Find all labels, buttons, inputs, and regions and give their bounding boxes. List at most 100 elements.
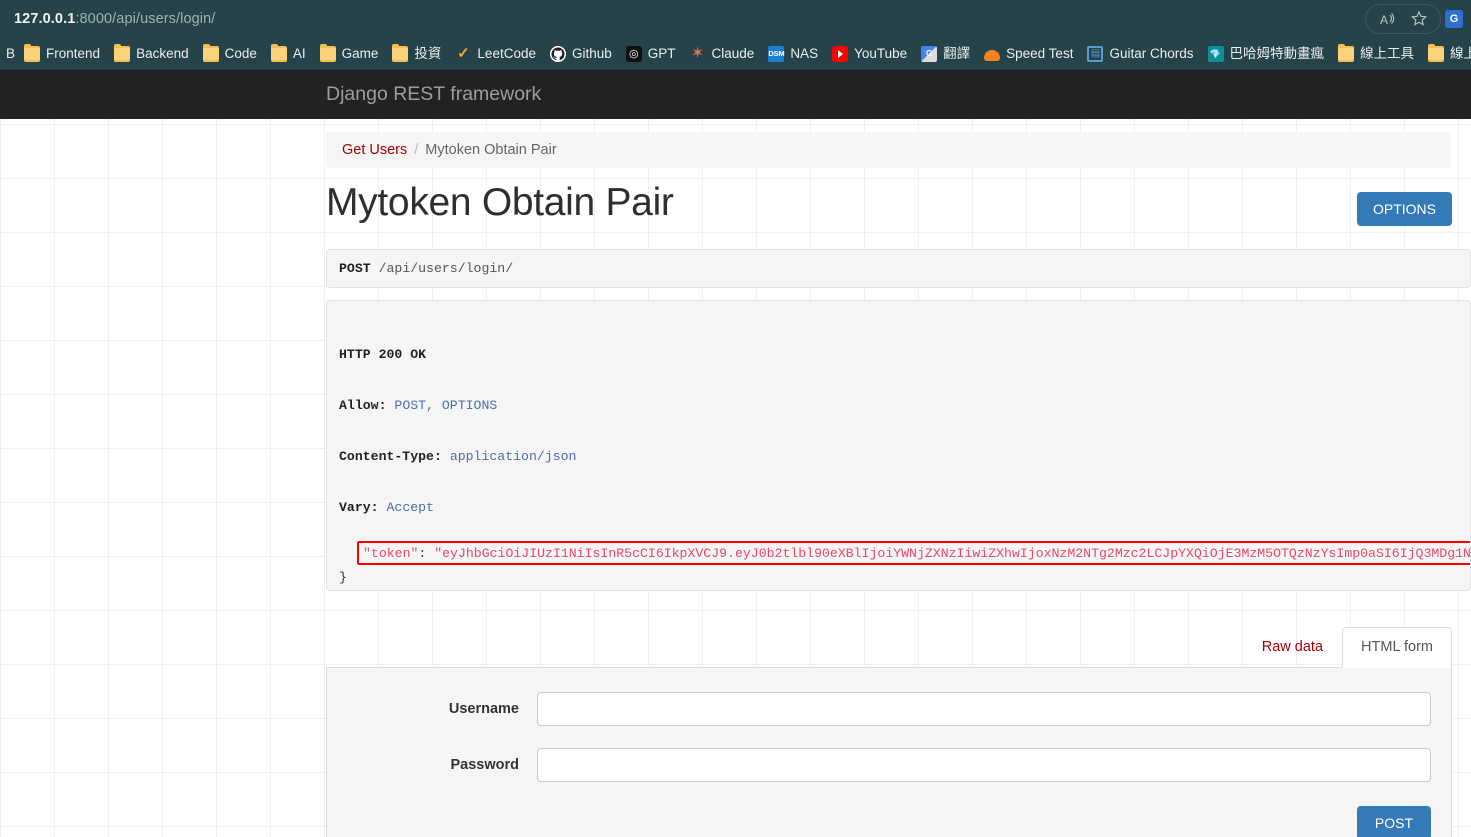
response-header-row: Content-Type: application/json [339,448,1458,465]
form-section: Raw data HTML form Username Password POS… [326,627,1452,837]
star-icon[interactable] [1408,8,1430,30]
breadcrumb-separator: / [414,142,418,158]
request-line: POST /api/users/login/ [326,249,1471,288]
form-group-username: Username [347,692,1431,726]
breadcrumb-root-link[interactable]: Get Users [342,142,407,158]
bookmark-label: NAS [790,47,818,61]
content-area: Mytoken Obtain Pair OPTIONS POST /api/us… [326,168,1471,837]
bookmark-item[interactable]: Game [313,43,386,65]
folder-icon [203,46,219,62]
bookmark-item[interactable]: ✶ Claude [683,43,762,65]
bookmark-label: GPT [648,47,676,61]
response-status-line: HTTP 200 OK [339,346,1458,363]
folder-icon [392,46,408,62]
profile-badge[interactable]: G [1445,10,1463,28]
bookmark-item[interactable]: Github [543,43,619,65]
folder-icon [320,46,336,62]
json-close-brace: } [339,569,347,586]
bookmark-label: AI [293,47,306,61]
response-header-row: Vary: Accept [339,499,1458,516]
bookmark-item[interactable]: ◎ GPT [619,43,683,65]
request-path: /api/users/login/ [379,261,514,276]
bookmark-item[interactable]: 投資 [385,43,448,65]
bookmark-item[interactable]: Speed Test [977,44,1080,64]
bookmark-label: 線上課程 [1450,47,1471,61]
bookmark-item[interactable]: AI [264,43,313,65]
form-tabs: Raw data HTML form [326,627,1452,668]
leetcode-icon: ✓ [455,46,471,62]
bookmark-item[interactable]: Frontend [17,43,107,65]
openai-icon: ◎ [626,46,642,62]
bookmark-label: Game [342,47,379,61]
page-body: Django REST framework Get Users / Mytoke… [0,70,1471,837]
folder-icon [114,46,130,62]
tab-raw-data[interactable]: Raw data [1243,627,1342,668]
password-input[interactable] [537,748,1431,782]
bookmark-item[interactable]: G翻譯 [914,43,977,65]
json-row-token: "token": "eyJhbGciOiJIUzI1NiIsInR5cCI6Ik… [363,545,1471,562]
form-group-password: Password [347,748,1431,782]
bookmark-item[interactable]: Code [196,43,264,65]
browser-chrome: 127.0.0.1:8000/api/users/login/ A G B Fr… [0,0,1471,70]
username-input[interactable] [537,692,1431,726]
request-method: POST [339,261,371,276]
bookmark-label: Frontend [46,47,100,61]
bookmark-label: 翻譯 [943,47,970,61]
bookmark-label: Backend [136,47,189,61]
bookmark-item[interactable]: Backend [107,43,196,65]
bookmark-label: Github [572,47,612,61]
breadcrumb-current: Mytoken Obtain Pair [425,142,556,158]
response-panel: HTTP 200 OK Allow: POST, OPTIONS Content… [326,300,1471,591]
bookmark-item[interactable]: 💎 巴哈姆特動畫瘋 [1201,43,1332,65]
github-icon [550,46,566,62]
response-header-row: Allow: POST, OPTIONS [339,397,1458,414]
post-button[interactable]: POST [1357,806,1431,837]
bookmark-item[interactable]: 線上課程 [1421,43,1471,65]
folder-icon [1428,46,1444,62]
bookmark-item[interactable]: 線上工具 [1331,43,1421,65]
bookmark-label: 投資 [414,47,441,61]
guitar-chords-icon: ▤ [1087,46,1103,62]
username-label: Username [347,701,537,717]
youtube-icon [832,46,848,62]
html-form-panel: Username Password POST [326,668,1452,837]
address-bar[interactable]: 127.0.0.1:8000/api/users/login/ [8,4,1365,34]
form-actions: POST [347,804,1431,837]
navbar-brand[interactable]: Django REST framework [326,83,541,106]
bookmark-item[interactable]: ✓ LeetCode [448,43,543,65]
bookmark-label: Claude [712,47,755,61]
bookmark-label: Speed Test [1006,47,1073,61]
folder-icon [24,46,40,62]
bookmark-label: YouTube [854,47,907,61]
tab-html-form[interactable]: HTML form [1342,627,1452,668]
claude-icon: ✶ [690,46,706,62]
bookmark-label: 線上工具 [1360,47,1414,61]
bahamut-icon: 💎 [1208,46,1224,62]
breadcrumb: Get Users / Mytoken Obtain Pair [326,132,1451,168]
svg-text:A: A [1380,13,1388,27]
synology-icon: DSM [768,46,784,62]
url-path: :8000/api/users/login/ [75,11,215,27]
password-label: Password [347,757,537,773]
url-bar-row: 127.0.0.1:8000/api/users/login/ A G [0,0,1471,38]
bookmarks-bar: B Frontend Backend Code AI Game 投資 ✓ Leet… [0,38,1471,70]
chrome-actions: A [1365,4,1441,34]
bookmark-item[interactable]: ▤ Guitar Chords [1080,43,1200,65]
bookmark-item[interactable]: B [2,44,17,64]
options-button[interactable]: OPTIONS [1357,192,1452,226]
bookmark-label: Guitar Chords [1109,47,1193,61]
bookmark-label: B [6,47,15,61]
page-title: Mytoken Obtain Pair [326,182,674,225]
folder-icon [271,46,287,62]
folder-icon [1338,46,1354,62]
navbar: Django REST framework [0,70,1471,119]
bookmark-label: 巴哈姆特動畫瘋 [1230,47,1325,61]
page-header: Mytoken Obtain Pair OPTIONS [326,168,1471,226]
bookmark-item[interactable]: YouTube [825,43,914,65]
bookmark-label: LeetCode [477,47,536,61]
bookmark-item[interactable]: DSM NAS [761,43,825,65]
cloudflare-icon [984,50,1000,61]
bookmark-label: Code [225,47,257,61]
url-host: 127.0.0.1 [14,11,75,27]
read-aloud-icon[interactable]: A [1376,8,1398,30]
